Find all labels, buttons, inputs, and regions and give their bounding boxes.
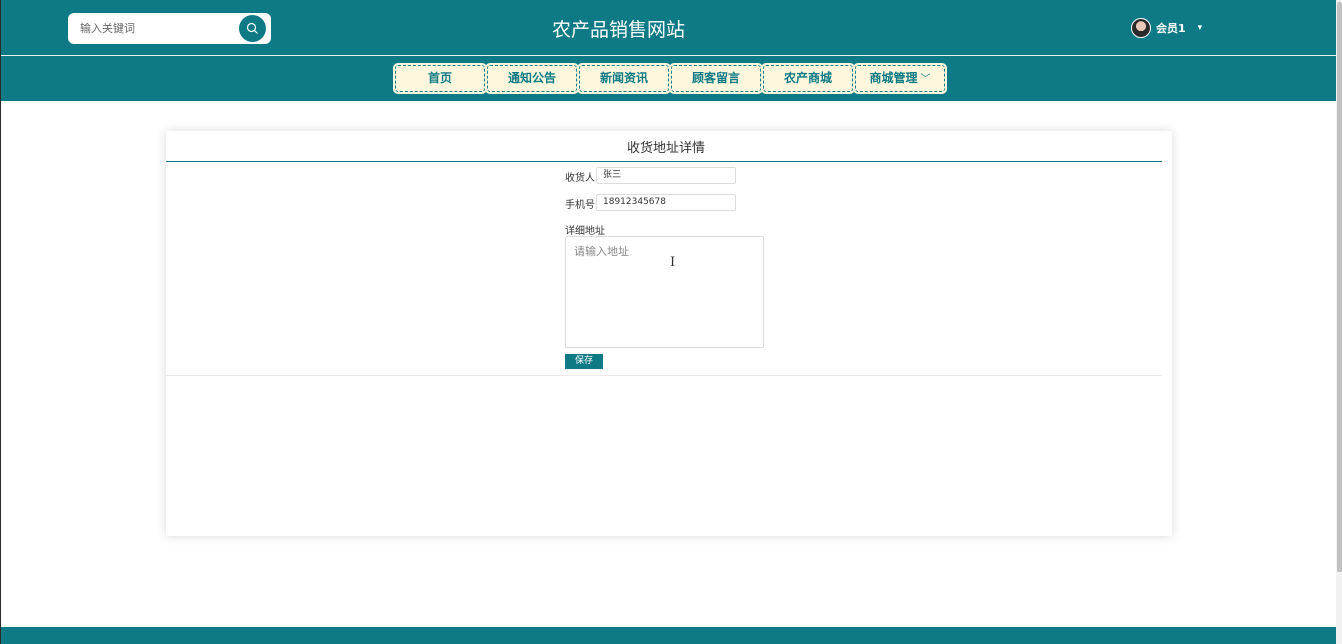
address-textarea[interactable]: 请输入地址 [565,236,764,348]
text-cursor-icon: Ⅰ [670,255,676,270]
address-label: 详细地址 [565,226,605,237]
user-menu[interactable]: 会员1 ▾ [1131,18,1202,38]
phone-label: 手机号 [565,200,595,211]
search-icon [246,22,258,34]
main-nav: 首页 通知公告 新闻资讯 顾客留言 农产商城 商城管理 ﹀ [1,56,1336,101]
chevron-down-icon[interactable]: ▾ [1198,23,1203,33]
scrollbar-thumb[interactable] [1337,2,1342,572]
chevron-down-icon: ﹀ [920,74,931,85]
receiver-label: 收货人 [565,173,595,184]
address-detail-card: 收货地址详情 收货人 张三 手机号 18912345678 详细地址 请输入地址… [166,131,1172,536]
top-header: 农产品销售网站 会员1 ▾ [1,0,1336,55]
search-button[interactable] [239,15,266,42]
nav-item-mall-management[interactable]: 商城管理 ﹀ [854,64,946,93]
search-box [68,13,271,44]
footer [1,627,1336,644]
nav-item-news[interactable]: 新闻资讯 [578,64,670,93]
nav-item-messages[interactable]: 顾客留言 [670,64,762,93]
page-title: 收货地址详情 [626,141,705,156]
save-button[interactable]: 保存 [565,354,603,369]
scrollbar[interactable] [1336,0,1342,644]
form-divider [166,375,1162,376]
receiver-field[interactable]: 张三 [596,167,736,184]
search-input[interactable] [80,20,230,37]
site-title: 农产品销售网站 [551,19,685,41]
avatar[interactable] [1131,18,1151,38]
nav-item-notice[interactable]: 通知公告 [486,64,578,93]
user-name[interactable]: 会员1 [1156,20,1186,36]
phone-field[interactable]: 18912345678 [596,194,736,211]
nav-item-mall[interactable]: 农产商城 [762,64,854,93]
title-divider [166,161,1162,162]
nav-item-home[interactable]: 首页 [394,64,486,93]
